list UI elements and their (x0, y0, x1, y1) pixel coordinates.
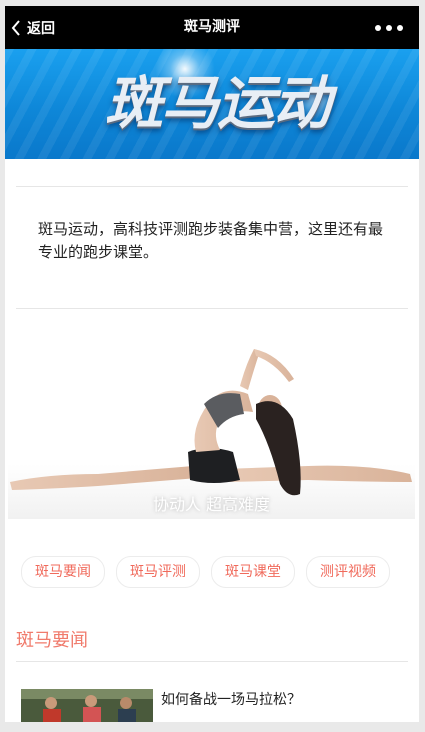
divider (16, 661, 408, 662)
back-label: 返回 (27, 20, 55, 37)
banner-logo-text: 斑马运动 (105, 69, 331, 137)
intro-text: 斑马运动，高科技评测跑步装备集中营，这里还有最专业的跑步课堂。 (38, 220, 384, 261)
chevron-left-icon (11, 19, 21, 36)
page-title: 斑马测评 (184, 19, 240, 35)
more-menu-button[interactable] (367, 6, 411, 49)
news-title: 如何备战一场马拉松？ (161, 692, 301, 708)
tab-news[interactable]: 斑马要闻 (21, 556, 105, 588)
tab-classroom[interactable]: 斑马课堂 (211, 556, 295, 588)
phone-screen: 返回 斑马测评 斑马运动 斑马运动，高科技评测跑步装备集中营，这里还有最专业的跑… (5, 6, 419, 722)
top-bar: 返回 斑马测评 (5, 6, 419, 49)
category-tabs: 斑马要闻 斑马评测 斑马课堂 测评视频 (21, 556, 401, 588)
list-item[interactable]: 如何备战一场马拉松？ (21, 689, 401, 722)
brand-banner: 斑马运动 (5, 49, 419, 159)
divider (16, 308, 408, 309)
carousel-image[interactable]: 协动人 超高难度 (8, 324, 415, 519)
back-button[interactable]: 返回 (11, 6, 55, 49)
tab-videos[interactable]: 测评视频 (306, 556, 390, 588)
section-title: 斑马要闻 (16, 630, 88, 651)
yoga-split-illustration (8, 324, 415, 519)
tab-reviews[interactable]: 斑马评测 (116, 556, 200, 588)
more-dots-icon (375, 24, 381, 31)
news-thumbnail (21, 689, 153, 722)
carousel-caption: 协动人 超高难度 (152, 495, 271, 514)
divider (16, 186, 408, 187)
